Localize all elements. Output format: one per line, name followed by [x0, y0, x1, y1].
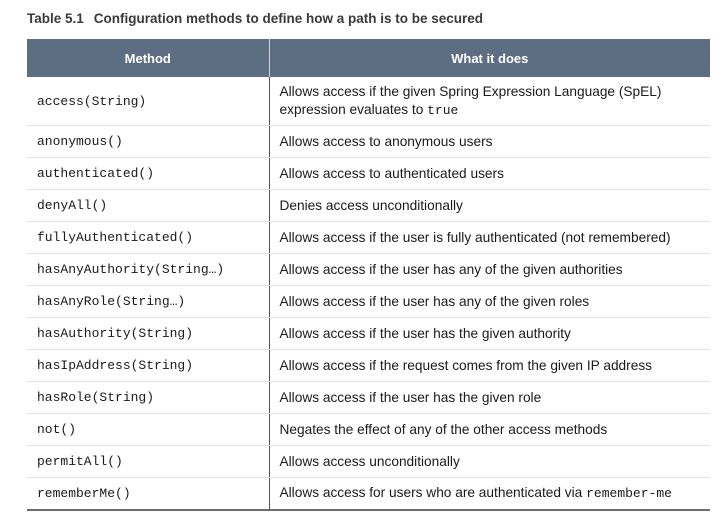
- method-cell: rememberMe(): [27, 477, 270, 511]
- table-row: authenticated() Allows access to authent…: [27, 157, 710, 190]
- method-cell: permitAll(): [27, 445, 270, 478]
- description-cell: Allows access if the user has the given …: [269, 317, 710, 350]
- method-cell: hasAuthority(String): [27, 317, 270, 350]
- table-caption: Table 5.1 Configuration methods to define…: [27, 11, 483, 26]
- method-cell: anonymous(): [27, 125, 270, 158]
- method-cell: access(String): [27, 77, 270, 126]
- table-row: not() Negates the effect of any of the o…: [27, 413, 710, 446]
- method-cell: hasAnyAuthority(String…): [27, 253, 270, 286]
- description-code: remember-me: [586, 486, 672, 501]
- description-cell: Allows access if the given Spring Expres…: [269, 77, 710, 126]
- table-title: Configuration methods to define how a pa…: [93, 11, 484, 26]
- description-cell: Denies access unconditionally: [269, 189, 710, 222]
- description-text: Allows access for users who are authenti…: [279, 485, 587, 500]
- table-row: hasAnyRole(String…) Allows access if the…: [27, 285, 710, 318]
- method-cell: hasIpAddress(String): [27, 349, 270, 382]
- table-row: anonymous() Allows access to anonymous u…: [27, 125, 710, 158]
- description-cell: Allows access if the user has any of the…: [269, 253, 710, 286]
- description-cell: Allows access for users who are authenti…: [269, 477, 710, 511]
- description-cell: Allows access to authenticated users: [269, 157, 710, 190]
- table-row: rememberMe() Allows access for users who…: [27, 477, 710, 511]
- description-cell: Allows access if the user is fully authe…: [269, 221, 710, 254]
- column-header-description: What it does: [269, 39, 710, 77]
- method-cell: authenticated(): [27, 157, 270, 190]
- table-body: access(String) Allows access if the give…: [27, 77, 710, 511]
- description-cell: Allows access if the user has any of the…: [269, 285, 710, 318]
- description-cell: Negates the effect of any of the other a…: [269, 413, 710, 446]
- table-number: Table 5.1: [27, 11, 84, 26]
- table-row: permitAll() Allows access unconditionall…: [27, 445, 710, 478]
- method-cell: fullyAuthenticated(): [27, 221, 270, 254]
- table-header: Method What it does: [27, 39, 710, 77]
- methods-table: Method What it does access(String) Allow…: [27, 39, 710, 511]
- method-cell: denyAll(): [27, 189, 270, 222]
- description-cell: Allows access if the user has the given …: [269, 381, 710, 414]
- description-code: true: [427, 102, 459, 118]
- table-row: hasIpAddress(String) Allows access if th…: [27, 349, 710, 382]
- table-row: access(String) Allows access if the give…: [27, 77, 710, 126]
- column-header-method: Method: [27, 39, 270, 77]
- description-text: Allows access if the given Spring Expres…: [279, 83, 662, 117]
- method-cell: not(): [27, 413, 270, 446]
- description-cell: Allows access unconditionally: [269, 445, 710, 478]
- table-row: fullyAuthenticated() Allows access if th…: [27, 221, 710, 254]
- table-row: denyAll() Denies access unconditionally: [27, 189, 710, 222]
- description-cell: Allows access to anonymous users: [269, 125, 710, 158]
- method-cell: hasAnyRole(String…): [27, 285, 270, 318]
- table-row: hasAuthority(String) Allows access if th…: [27, 317, 710, 350]
- method-cell: hasRole(String): [27, 381, 270, 414]
- table-row: hasRole(String) Allows access if the use…: [27, 381, 710, 414]
- description-cell: Allows access if the request comes from …: [269, 349, 710, 382]
- table-row: hasAnyAuthority(String…) Allows access i…: [27, 253, 710, 286]
